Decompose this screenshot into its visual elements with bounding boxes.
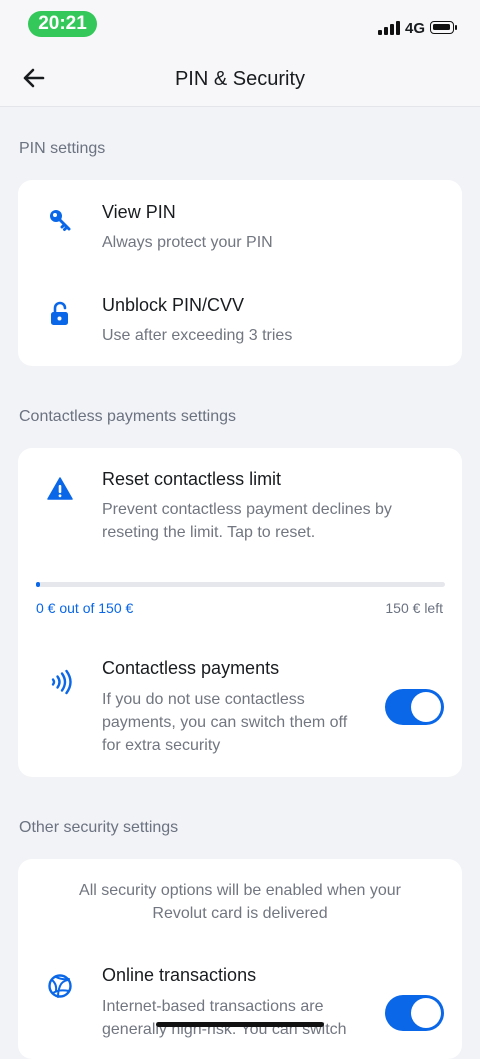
online-transactions-toggle[interactable] xyxy=(385,995,444,1031)
toggle-knob xyxy=(411,998,441,1028)
contactless-payments-subtitle-line2: payments, you can switch them off xyxy=(102,714,348,731)
online-transactions-subtitle-line1: Internet-based transactions are xyxy=(102,998,324,1015)
unblock-pin-subtitle: Use after exceeding 3 tries xyxy=(102,327,293,344)
online-transactions-row: Online transactions Internet-based trans… xyxy=(18,954,462,1054)
reset-contactless-title: Reset contactless limit xyxy=(102,469,282,489)
contactless-card: Reset contactless limit Prevent contactl… xyxy=(18,448,462,777)
navigation-bar: PIN & Security xyxy=(0,50,480,107)
unblock-pin-title: Unblock PIN/CVV xyxy=(102,295,245,315)
view-pin-row[interactable]: View PIN Always protect your PIN xyxy=(18,180,462,273)
network-type: 4G xyxy=(405,20,426,37)
contactless-limit-remaining: 150 € left xyxy=(385,600,443,616)
home-indicator xyxy=(156,1022,324,1027)
key-icon xyxy=(50,210,71,231)
contactless-payments-subtitle-line3: for extra security xyxy=(102,737,221,754)
security-notice-line2: Revolut card is delivered xyxy=(152,905,328,922)
contactless-payments-row: Contactless payments If you do not use c… xyxy=(18,638,462,763)
status-time: 20:21 xyxy=(28,11,97,37)
signal-strength-icon xyxy=(378,21,400,35)
unlock-icon xyxy=(51,301,68,325)
reset-contactless-subtitle-line1: Prevent contactless payment declines by xyxy=(102,501,392,518)
contactless-icon xyxy=(51,669,72,695)
contactless-payments-title: Contactless payments xyxy=(102,658,280,678)
section-header-other-security: Other security settings xyxy=(19,819,179,836)
reset-contactless-limit-row[interactable]: Reset contactless limit Prevent contactl… xyxy=(18,448,462,568)
reset-contactless-subtitle-line2: reseting the limit. Tap to reset. xyxy=(102,524,316,541)
security-notice-line1: All security options will be enabled whe… xyxy=(79,882,401,899)
warning-icon xyxy=(47,477,73,500)
section-header-contactless: Contactless payments settings xyxy=(19,408,236,425)
battery-icon xyxy=(430,21,457,34)
contactless-payments-subtitle-line1: If you do not use contactless xyxy=(102,691,305,708)
status-bar: 20:21 4G xyxy=(0,0,480,50)
contactless-limit-progress-fill xyxy=(36,582,41,587)
online-transactions-title: Online transactions xyxy=(102,965,257,985)
contactless-limit-progress xyxy=(36,582,445,587)
toggle-knob xyxy=(411,692,441,722)
view-pin-subtitle: Always protect your PIN xyxy=(102,234,273,251)
pin-settings-card: View PIN Always protect your PIN Unblock… xyxy=(18,180,462,366)
contactless-limit-used: 0 € out of 150 € xyxy=(36,600,134,616)
unblock-pin-row[interactable]: Unblock PIN/CVV Use after exceeding 3 tr… xyxy=(18,273,462,366)
section-header-pin-settings: PIN settings xyxy=(19,140,106,157)
contactless-payments-toggle[interactable] xyxy=(385,689,444,725)
other-security-card: All security options will be enabled whe… xyxy=(18,859,462,1059)
page-title: PIN & Security xyxy=(174,68,306,90)
globe-icon xyxy=(48,974,72,998)
view-pin-title: View PIN xyxy=(102,202,176,222)
security-notice: All security options will be enabled whe… xyxy=(58,879,422,925)
